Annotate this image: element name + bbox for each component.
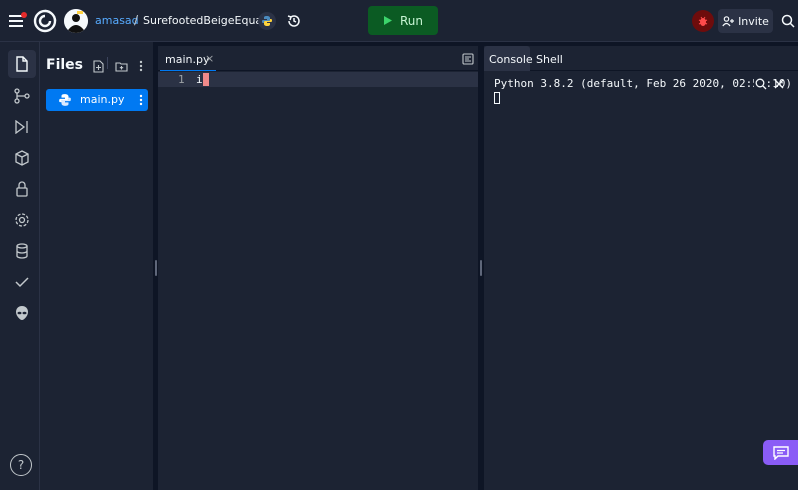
toolbar-divider xyxy=(107,57,108,69)
database-icon[interactable] xyxy=(8,237,36,265)
new-file-icon[interactable] xyxy=(90,58,106,74)
tab-console[interactable]: Console xyxy=(484,46,533,71)
editor-resize-handle[interactable] xyxy=(480,260,482,276)
console-cursor xyxy=(494,92,500,104)
breadcrumb-separator: / xyxy=(134,13,139,27)
console-clear-icon[interactable] xyxy=(772,76,786,92)
console-search-icon[interactable] xyxy=(754,76,768,92)
run-label: Run xyxy=(399,13,423,28)
packages-icon[interactable] xyxy=(8,144,36,172)
settings-gear-icon[interactable] xyxy=(8,206,36,234)
code-line[interactable]: 1 i xyxy=(158,72,478,87)
top-bar: amasad / SurefootedBeigeEqua... Run Invi… xyxy=(0,0,798,42)
tab-close-icon[interactable]: × xyxy=(205,52,214,65)
invite-label: Invite xyxy=(738,14,769,28)
python-language-icon[interactable] xyxy=(258,12,276,30)
invite-button[interactable]: Invite xyxy=(718,9,773,33)
search-icon[interactable] xyxy=(778,11,798,31)
console-output: Python 3.8.2 (default, Feb 26 2020, 02:5… xyxy=(494,77,793,90)
text-cursor xyxy=(203,73,209,86)
chat-button[interactable] xyxy=(763,440,798,465)
menu-icon[interactable] xyxy=(6,10,28,32)
replit-logo-icon[interactable] xyxy=(33,9,57,33)
version-control-icon[interactable] xyxy=(8,82,36,110)
line-number: 1 xyxy=(178,73,185,86)
checkmark-icon[interactable] xyxy=(8,268,36,296)
tab-shell[interactable]: Shell xyxy=(532,46,568,71)
add-user-icon xyxy=(722,15,735,26)
tab-main-py[interactable]: main.py × xyxy=(160,46,216,71)
username-link[interactable]: amasad xyxy=(95,14,139,27)
editor-format-icon[interactable] xyxy=(461,52,475,66)
help-button[interactable]: ? xyxy=(10,454,32,476)
file-item-label: main.py xyxy=(80,93,125,106)
console-pane: Console Shell Python 3.8.2 (default, Feb… xyxy=(484,46,798,490)
files-panel: Files main.py xyxy=(40,42,154,490)
run-button[interactable]: Run xyxy=(368,6,438,35)
chat-bubble-icon xyxy=(772,445,789,460)
files-resize-handle[interactable] xyxy=(155,260,157,276)
files-more-options-icon[interactable] xyxy=(134,58,148,74)
history-icon[interactable] xyxy=(284,11,304,31)
python-icon xyxy=(59,94,71,106)
files-nav-icon[interactable] xyxy=(8,50,36,78)
code-text: i xyxy=(196,73,203,86)
editor-tab-bar: main.py × xyxy=(158,46,478,71)
console-tab-bar: Console Shell xyxy=(484,46,798,71)
file-options-icon[interactable] xyxy=(139,94,143,106)
play-icon xyxy=(383,16,392,25)
tab-shell-label: Shell xyxy=(536,53,563,66)
tab-label: main.py xyxy=(165,53,210,66)
editor-pane: main.py × 1 i xyxy=(158,46,478,490)
new-folder-icon[interactable] xyxy=(113,58,129,74)
avatar[interactable] xyxy=(64,9,88,33)
tab-console-label: Console xyxy=(489,53,533,66)
debugger-icon[interactable] xyxy=(8,113,36,141)
debugger-bug-icon[interactable] xyxy=(692,10,714,32)
alien-icon[interactable] xyxy=(8,299,36,327)
files-panel-title: Files xyxy=(46,57,83,73)
left-sidebar: ? xyxy=(0,42,40,490)
repl-name[interactable]: SurefootedBeigeEqua... xyxy=(143,14,273,27)
notification-dot xyxy=(21,12,27,18)
lock-icon[interactable] xyxy=(8,175,36,203)
file-item[interactable]: main.py xyxy=(46,89,148,111)
